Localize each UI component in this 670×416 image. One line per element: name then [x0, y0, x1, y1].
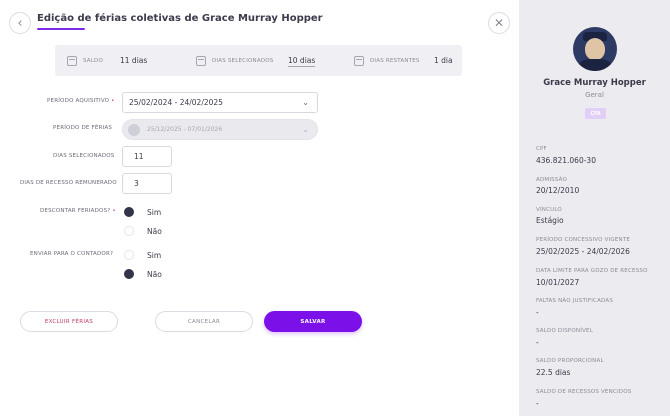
info-label: DATA LIMITE PARA GOZO DE RECESSO: [536, 268, 648, 274]
radio-label: Sim: [147, 250, 162, 260]
dias-selecionados-value: 10 dias: [288, 56, 316, 67]
enviar-contador-nao[interactable]: Não: [124, 269, 162, 279]
employee-name: Grace Murray Hopper: [543, 78, 646, 88]
dias-restantes-label: DIAS RESTANTES: [370, 57, 420, 64]
periodo-ferias-select: 25/12/2025 - 07/01/2026 ⌄: [122, 119, 318, 140]
info-value: 436.821.060-30: [536, 156, 596, 165]
dias-recesso-label: DIAS DE RECESSO REMUNERADO: [20, 180, 117, 186]
radio-checked-icon: [124, 207, 134, 217]
employee-department: Geral: [585, 91, 604, 99]
info-label: ADMISSÃO: [536, 177, 568, 183]
radio-label: Não: [147, 226, 162, 236]
saldo-value: 11 dias: [120, 56, 148, 65]
dias-restantes-value: 1 dia: [434, 56, 453, 65]
calendar-icon: [196, 55, 206, 66]
periodo-aquisitivo-select[interactable]: 25/02/2024 - 24/02/2025 ⌄: [122, 92, 318, 113]
avatar: [573, 27, 617, 71]
info-value: 25/02/2025 - 24/02/2026: [536, 247, 630, 256]
page-title: Edição de férias coletivas de Grace Murr…: [37, 13, 323, 24]
status-badge: CFA: [585, 108, 606, 119]
delete-vacation-button[interactable]: EXCLUIR FÉRIAS: [20, 311, 118, 332]
enviar-contador-sim[interactable]: Sim: [124, 250, 161, 260]
dias-selecionados-label: DIAS SELECIONADOS: [212, 57, 274, 64]
info-value: 20/12/2010: [536, 186, 580, 195]
calendar-clock-icon: [354, 55, 364, 66]
saldo-summary: SALDO: [67, 45, 103, 76]
radio-label: Não: [147, 269, 162, 279]
info-label: FALTAS NÃO JUSTIFICADAS: [536, 298, 614, 304]
dias-recesso-input[interactable]: 3: [122, 173, 172, 194]
dias-restantes-summary: DIAS RESTANTES: [354, 45, 420, 76]
info-value: 10/01/2027: [536, 278, 580, 287]
info-label: VÍNCULO: [536, 207, 562, 213]
periodo-ferias-label: PERÍODO DE FÉRIAS: [53, 125, 113, 131]
info-label: SALDO DE RECESSOS VENCIDOS: [536, 389, 632, 395]
info-value: -: [536, 399, 539, 408]
title-underline: [37, 28, 85, 30]
close-button[interactable]: ✕: [488, 12, 510, 34]
saldo-label: SALDO: [83, 57, 103, 64]
save-button[interactable]: SALVAR: [264, 311, 362, 332]
info-value: 22.5 dias: [536, 368, 571, 377]
back-button[interactable]: ‹: [9, 12, 31, 34]
info-value: -: [536, 338, 539, 347]
info-label: SALDO DISPONÍVEL: [536, 328, 593, 334]
cancel-button[interactable]: CANCELAR: [155, 311, 253, 332]
descontar-feriados-nao[interactable]: Não: [124, 226, 162, 236]
close-icon: ✕: [493, 16, 505, 30]
lock-icon: [128, 124, 140, 136]
vacation-edit-panel: ‹ Edição de férias coletivas de Grace Mu…: [0, 0, 519, 416]
chevron-down-icon: ⌄: [302, 125, 309, 134]
chevron-left-icon: ‹: [17, 15, 23, 31]
dias-selecionados-input[interactable]: 11: [122, 146, 172, 167]
radio-label: Sim: [147, 207, 162, 217]
dias-selecionados-summary: DIAS SELECIONADOS: [196, 45, 274, 76]
periodo-aquisitivo-value: 25/02/2024 - 24/02/2025: [129, 98, 223, 107]
info-value: -: [536, 308, 539, 317]
periodo-ferias-value: 25/12/2025 - 07/01/2026: [147, 126, 223, 133]
periodo-aquisitivo-label: PERÍODO AQUISITIVO •: [47, 98, 115, 104]
balance-summary: SALDO 11 dias DIAS SELECIONADOS 10 dias …: [55, 45, 462, 76]
info-label: CPF: [536, 146, 547, 152]
chevron-down-icon: ⌄: [302, 98, 309, 107]
radio-unchecked-icon: [124, 226, 134, 236]
info-value: Estágio: [536, 216, 564, 225]
radio-unchecked-icon: [124, 250, 134, 260]
info-label: PERÍODO CONCESSIVO VIGENTE: [536, 237, 631, 243]
info-label: SALDO PROPORCIONAL: [536, 358, 604, 364]
dias-selecionados-label: DIAS SELECIONADOS: [53, 153, 115, 159]
radio-checked-icon: [124, 269, 134, 279]
descontar-feriados-sim[interactable]: Sim: [124, 207, 161, 217]
descontar-feriados-label: DESCONTAR FERIADOS? •: [40, 208, 116, 214]
enviar-contador-label: ENVIAR PARA O CONTADOR?: [30, 251, 114, 257]
calendar-icon: [67, 55, 77, 66]
